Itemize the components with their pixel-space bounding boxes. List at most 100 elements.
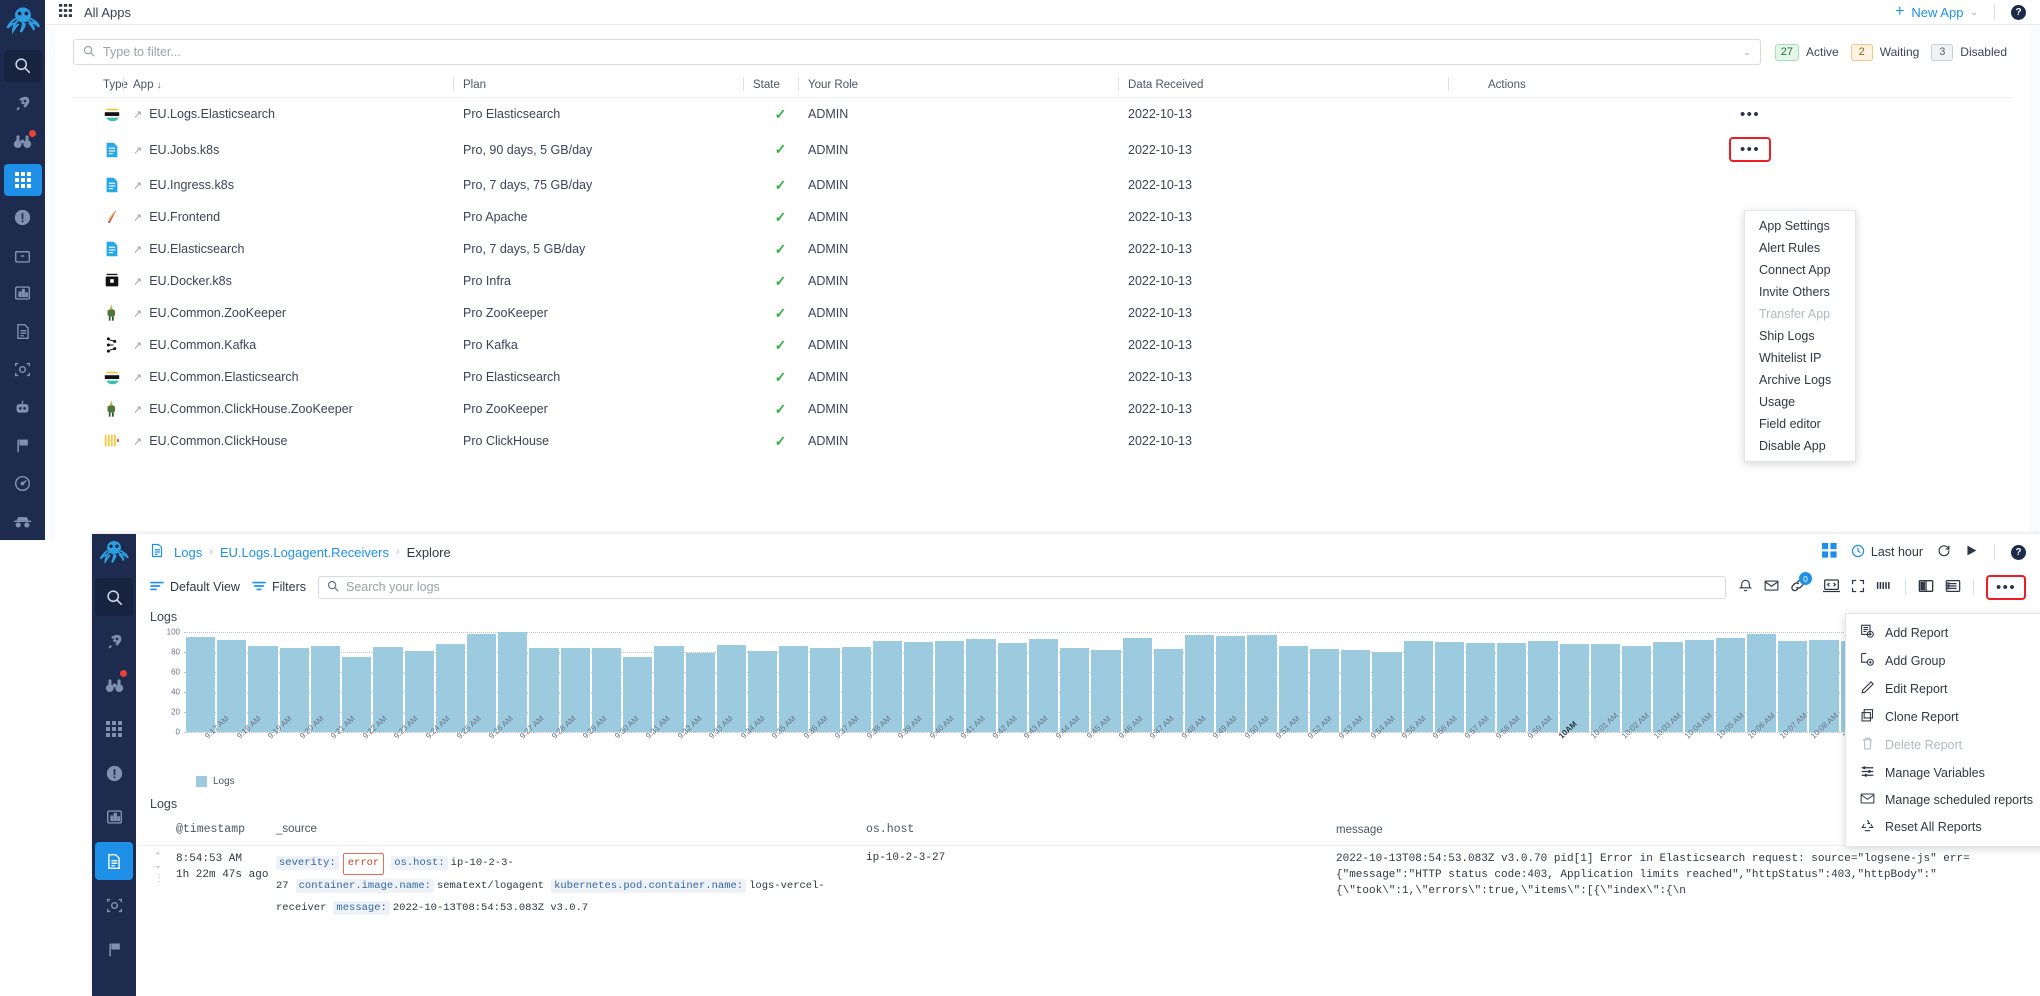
row-app-name[interactable]: ↗ EU.Common.ZooKeeper: [133, 297, 463, 329]
logs-col-source[interactable]: _source: [276, 815, 866, 846]
split-view-icon[interactable]: [1918, 579, 1934, 596]
row-app-name[interactable]: ↗ EU.Common.ClickHouse.ZooKeeper: [133, 393, 463, 425]
col-plan[interactable]: Plan: [453, 73, 753, 98]
menu-item-usage[interactable]: Usage: [1745, 391, 1855, 413]
rail2-logs-document-icon[interactable]: [95, 842, 133, 880]
list-view-icon[interactable]: [1945, 579, 1961, 596]
filters-button[interactable]: Filters: [252, 580, 306, 595]
menu-item-edit-report[interactable]: Edit Report: [1846, 675, 2040, 703]
rail-flag-icon[interactable]: [4, 429, 42, 461]
col-type[interactable]: Type: [73, 73, 133, 98]
row-app-name[interactable]: ↗ EU.Elasticsearch: [133, 233, 463, 265]
log-field-key[interactable]: os.host:: [391, 855, 448, 870]
row-actions[interactable]: •••: [1488, 98, 2012, 131]
table-row[interactable]: ↗ EU.Ingress.k8s Pro, 7 days, 75 GB/day ✓ AD…: [73, 169, 2012, 201]
table-row[interactable]: ↗ EU.Common.ClickHouse Pro ClickHouse ✓ ADMI…: [73, 425, 2012, 457]
log-field-key[interactable]: severity:: [276, 855, 339, 870]
menu-item-invite-others[interactable]: Invite Others: [1745, 281, 1855, 303]
report-more-button[interactable]: •••: [1986, 574, 2026, 600]
row-actions-more-button[interactable]: •••: [1740, 106, 1760, 123]
chart-bar[interactable]: [498, 632, 528, 732]
table-row[interactable]: ↗ EU.Docker.k8s Pro Infra ✓ ADMIN 2022-10-13: [73, 265, 2012, 297]
grid-blue-icon[interactable]: [1821, 543, 1837, 561]
rail-robot-icon[interactable]: [4, 391, 42, 423]
app-actions-context-menu[interactable]: App Settings Alert Rules Connect App Invite…: [1744, 210, 1856, 462]
filter-input[interactable]: Type to filter... ⌄: [73, 39, 1761, 65]
menu-item-app-settings[interactable]: App Settings: [1745, 215, 1855, 237]
help-icon[interactable]: ?: [2011, 4, 2026, 20]
menu-item-manage-scheduled-reports[interactable]: Manage scheduled reports: [1846, 787, 2040, 813]
new-app-button[interactable]: + New App ⌄: [1895, 4, 1978, 20]
rail-binoculars-icon[interactable]: [4, 126, 42, 158]
row-app-name[interactable]: ↗ EU.Docker.k8s: [133, 265, 463, 297]
menu-item-disable-app[interactable]: Disable App: [1745, 435, 1855, 457]
bars-icon[interactable]: [1876, 579, 1893, 595]
row-app-name[interactable]: ↗ EU.Common.Elasticsearch: [133, 361, 463, 393]
rail2-flag-icon[interactable]: [95, 930, 133, 968]
bell-icon[interactable]: [1738, 578, 1753, 596]
help-icon[interactable]: ?: [2011, 544, 2026, 560]
rail-alert-icon[interactable]: [4, 202, 42, 234]
table-row[interactable]: ↗ EU.Frontend Pro Apache ✓ ADMIN 2022-10-13: [73, 201, 2012, 233]
menu-item-add-group[interactable]: Add Group: [1846, 647, 2040, 675]
rail-incognito-icon[interactable]: [4, 505, 42, 537]
row-app-name[interactable]: ↗ EU.Common.Kafka: [133, 329, 463, 361]
table-row[interactable]: ↗ EU.Common.ClickHouse.ZooKeeper Pro ZooKe…: [73, 393, 2012, 425]
rail-rocket-icon[interactable]: [4, 88, 42, 120]
breadcrumb-app[interactable]: EU.Logs.Logagent.Receivers: [220, 545, 389, 560]
default-view-button[interactable]: Default View: [150, 580, 240, 595]
log-field-value[interactable]: sematext/logagent: [437, 880, 544, 892]
col-date[interactable]: Data Received: [1118, 73, 1488, 98]
link-icon[interactable]: 0: [1790, 572, 1813, 596]
table-row[interactable]: ↗ EU.Logs.Elasticsearch Pro Elasticsearch ✓…: [73, 98, 2012, 131]
embed-icon[interactable]: [1822, 578, 1841, 596]
logs-col-timestamp[interactable]: @timestamp: [176, 815, 276, 846]
rail2-scan-icon[interactable]: [95, 886, 133, 924]
play-icon[interactable]: [1965, 544, 1978, 560]
row-app-name[interactable]: ↗ EU.Ingress.k8s: [133, 169, 463, 201]
log-field-key[interactable]: message:: [333, 900, 390, 915]
log-field-key[interactable]: kubernetes.pod.container.name:: [551, 878, 747, 893]
chevron-down-icon[interactable]: ⌄: [1743, 47, 1751, 58]
logs-table-row[interactable]: ⌃ ⌄ ⋮ 8:54:53 AM 1h 22m 47s ago severity:…: [136, 845, 2040, 924]
time-range-button[interactable]: Last hour: [1851, 544, 1923, 561]
rail2-grid-icon[interactable]: [95, 710, 133, 748]
log-field-key[interactable]: container.image.name:: [295, 878, 434, 893]
row-app-name[interactable]: ↗ EU.Frontend: [133, 201, 463, 233]
col-app[interactable]: App ↓: [123, 73, 463, 98]
menu-item-connect-app[interactable]: Connect App: [1745, 259, 1855, 281]
rail2-rocket-icon[interactable]: [95, 622, 133, 660]
table-row[interactable]: ↗ EU.Elasticsearch Pro, 7 days, 5 GB/day ✓ A…: [73, 233, 2012, 265]
logs-col-oshost[interactable]: os.host: [866, 815, 1336, 846]
rail2-search-icon[interactable]: [95, 578, 133, 616]
rail-search-icon[interactable]: [3, 50, 42, 82]
table-row[interactable]: ↗ EU.Jobs.k8s Pro, 90 days, 5 GB/day ✓ ADMIN…: [73, 130, 2012, 169]
menu-item-whitelist-ip[interactable]: Whitelist IP: [1745, 347, 1855, 369]
col-state[interactable]: State: [743, 73, 808, 98]
logs-search-input[interactable]: Search your logs: [317, 575, 1727, 599]
row-actions-more-button-highlighted[interactable]: •••: [1729, 137, 1771, 162]
chart-bar[interactable]: [186, 637, 216, 732]
row-app-name[interactable]: ↗ EU.Jobs.k8s: [133, 130, 463, 169]
row-app-name[interactable]: ↗ EU.Common.ClickHouse: [133, 425, 463, 457]
rail-archive-icon[interactable]: [4, 240, 42, 272]
table-row[interactable]: ↗ EU.Common.Kafka Pro Kafka ✓ ADMIN 2022-10-1…: [73, 329, 2012, 361]
envelope-icon[interactable]: [1764, 579, 1779, 595]
rail-scan-icon[interactable]: [4, 353, 42, 385]
chart-bar[interactable]: [1559, 644, 1589, 732]
row-actions[interactable]: [1488, 169, 2012, 201]
log-field-value[interactable]: 2022-10-13T08:54:53.083Z v3.0.7: [393, 902, 588, 914]
refresh-icon[interactable]: [1937, 544, 1951, 561]
log-field-value[interactable]: error: [342, 852, 385, 875]
rail-all-apps-grid-icon[interactable]: [3, 163, 42, 196]
rail2-chart-icon[interactable]: [95, 798, 133, 836]
menu-item-manage-variables[interactable]: Manage Variables: [1846, 759, 2040, 787]
row-expand-handle[interactable]: ⌃ ⌄ ⋮: [136, 845, 176, 924]
menu-item-field-editor[interactable]: Field editor: [1745, 413, 1855, 435]
report-context-menu[interactable]: Add Report Add Group Edit Report Clone Repo…: [1845, 613, 2040, 847]
menu-item-add-report[interactable]: Add Report: [1846, 619, 2040, 647]
rail-chart-icon[interactable]: [4, 278, 42, 310]
menu-item-ship-logs[interactable]: Ship Logs: [1745, 325, 1855, 347]
menu-item-archive-logs[interactable]: Archive Logs: [1745, 369, 1855, 391]
breadcrumb-logs[interactable]: Logs: [174, 545, 202, 560]
